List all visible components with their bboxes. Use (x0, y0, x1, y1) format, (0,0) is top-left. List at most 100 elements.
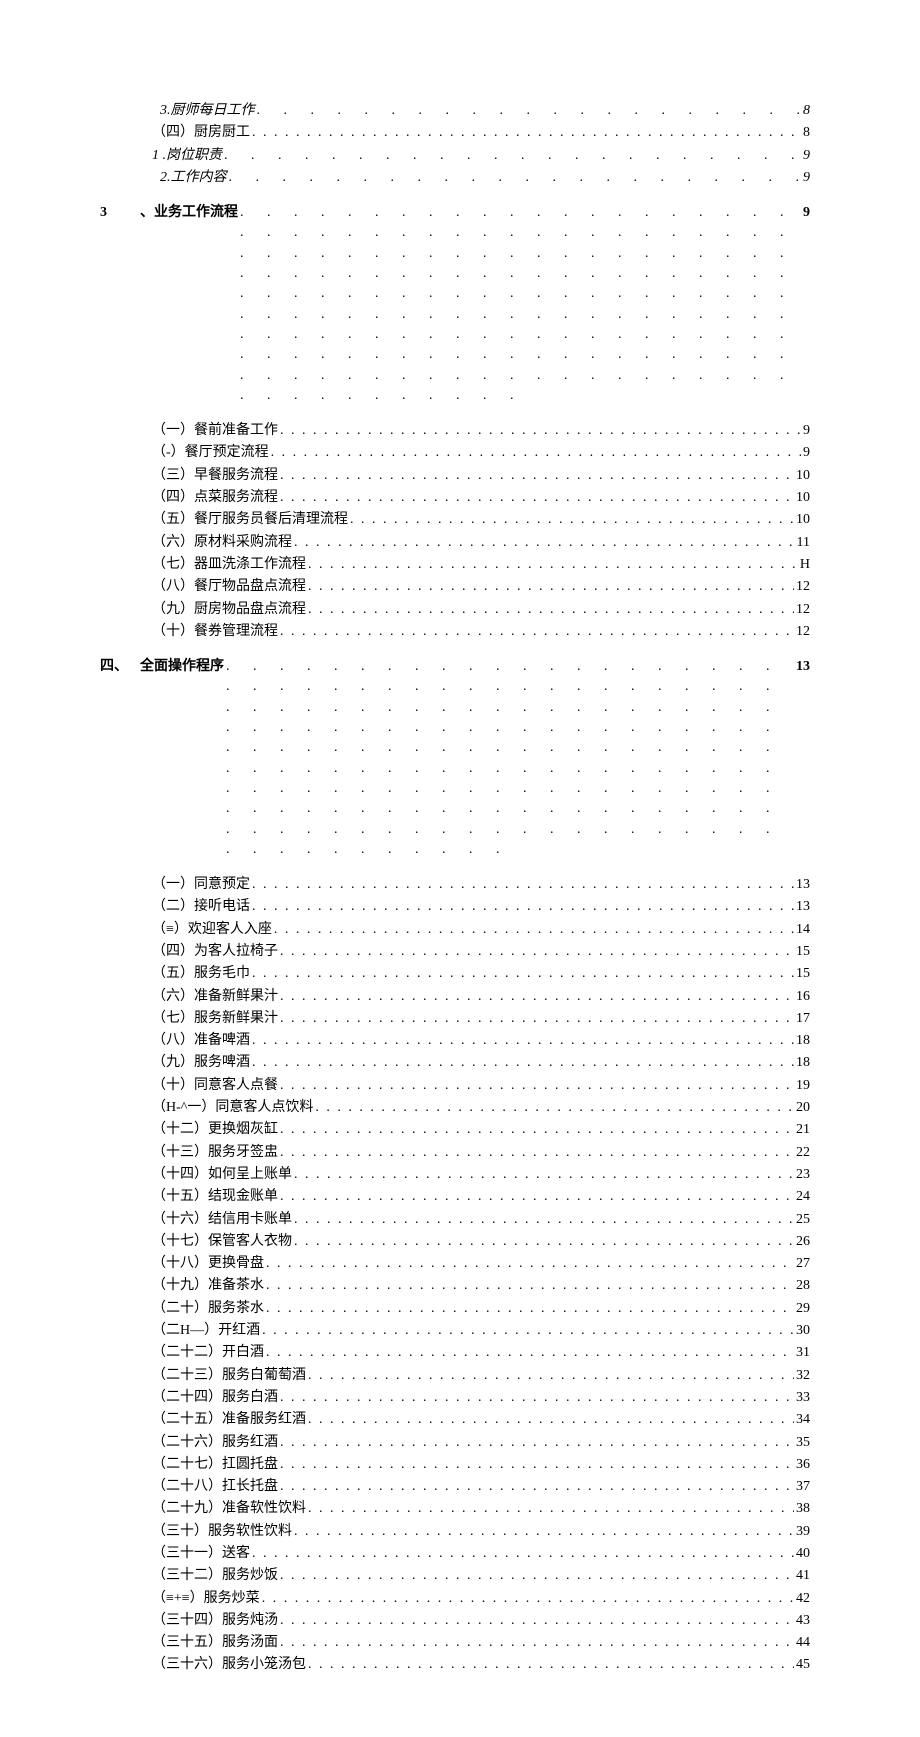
toc-leader-dots: . . . . . . . . . . . . . . . . . . . . … (308, 1410, 794, 1430)
toc-label: （二H—）开红酒 (152, 1321, 260, 1341)
toc-leader-dots: . . . . . . . . . . . . . . . . . . . . … (252, 123, 801, 143)
toc-label: （五）服务毛巾 (152, 964, 250, 984)
toc-entry: （四）点菜服务流程. . . . . . . . . . . . . . . .… (100, 487, 810, 509)
toc-label: （十）同意客人点餐 (152, 1076, 278, 1096)
toc-label: （≡+≡）服务炒菜 (152, 1589, 260, 1609)
toc-page-number: 41 (796, 1566, 810, 1586)
toc-label: （四）为客人拉椅子 (152, 942, 278, 962)
toc-entry: （一）同意预定. . . . . . . . . . . . . . . . .… (100, 874, 810, 896)
toc-entry: （≡+≡）服务炒菜. . . . . . . . . . . . . . . .… (100, 1588, 810, 1610)
toc-page-number: 9 (803, 146, 810, 166)
toc-leader-dots: . . . . . . . . . . . . . . . . . . . . … (252, 897, 794, 917)
toc-label: （二十六）服务红酒 (152, 1433, 278, 1453)
toc-leader-dots: . . . . . . . . . . . . . . . . . . . . … (252, 964, 794, 984)
toc-leader-dots: . . . . . . . . . . . . . . . . . . . . … (280, 1076, 794, 1096)
toc-leader-dots: . . . . . . . . . . . . . . . . . . . . … (280, 1455, 794, 1475)
toc-page-number: 29 (796, 1299, 810, 1319)
toc-page-number: 9 (803, 443, 810, 463)
toc-entry: （十五）结现金账单. . . . . . . . . . . . . . . .… (100, 1186, 810, 1208)
toc-entry: （七）器皿洗涤工作流程. . . . . . . . . . . . . . .… (100, 554, 810, 576)
toc-leader-dots: . . . . . . . . . . . . . . . . . . . . … (280, 1477, 794, 1497)
toc-leader-dots: . . . . . . . . . . . . . . . . . . . . … (280, 942, 794, 962)
toc-page-number: 19 (796, 1076, 810, 1096)
toc-label: （-）餐厅预定流程 (152, 443, 269, 463)
toc-entry: （二H—）开红酒. . . . . . . . . . . . . . . . … (100, 1320, 810, 1342)
toc-entry: （三十六）服务小笼汤包. . . . . . . . . . . . . . .… (100, 1654, 810, 1676)
toc-page-number: 42 (796, 1589, 810, 1609)
toc-label: （五）餐厅服务员餐后清理流程 (152, 510, 348, 530)
toc-container: 3.厨师每日工作. . . . . . . . . . . . . . . . … (100, 100, 810, 1677)
toc-page-number: 18 (796, 1053, 810, 1073)
toc-entry: 3.厨师每日工作. . . . . . . . . . . . . . . . … (100, 100, 810, 122)
toc-page-number: 12 (796, 600, 810, 620)
section-label: 全面操作程序 (140, 657, 224, 677)
toc-entry: （二十八）扛长托盘. . . . . . . . . . . . . . . .… (100, 1476, 810, 1498)
toc-page-number: 40 (796, 1544, 810, 1564)
toc-entry: （十）同意客人点餐. . . . . . . . . . . . . . . .… (100, 1075, 810, 1097)
toc-label: （二十五）准备服务红酒 (152, 1410, 306, 1430)
toc-label: （三十六）服务小笼汤包 (152, 1655, 306, 1675)
toc-entry: （十）餐券管理流程. . . . . . . . . . . . . . . .… (100, 621, 810, 643)
toc-label: （四）点菜服务流程 (152, 488, 278, 508)
toc-page-number: 11 (797, 533, 810, 553)
toc-entry: 1 .岗位职责. . . . . . . . . . . . . . . . .… (100, 145, 810, 167)
toc-label: （十）餐券管理流程 (152, 622, 278, 642)
toc-page-number: 35 (796, 1433, 810, 1453)
toc-label: （二十三）服务白葡萄酒 (152, 1366, 306, 1386)
toc-page-number: 24 (796, 1187, 810, 1207)
toc-page-number: 12 (796, 622, 810, 642)
toc-leader-dots: . . . . . . . . . . . . . . . . . . . . … (280, 466, 794, 486)
toc-leader-dots: . . . . . . . . . . . . . . . . . . . . … (280, 987, 794, 1007)
toc-leader-dots: . . . . . . . . . . . . . . . . . . . . … (294, 533, 795, 553)
toc-page-number: 23 (796, 1165, 810, 1185)
toc-label: （三十二）服务炒饭 (152, 1566, 278, 1586)
toc-entry: （四）厨房厨工. . . . . . . . . . . . . . . . .… (100, 122, 810, 144)
toc-page-number: H (800, 555, 810, 575)
toc-leader-dots: . . . . . . . . . . . . . . . . . . . . … (308, 600, 794, 620)
toc-leader-dots: . . . . . . . . . . . . . . . . . . . . … (266, 1254, 794, 1274)
toc-label: （二十四）服务白酒 (152, 1388, 278, 1408)
toc-label: 1 .岗位职责 (152, 146, 222, 166)
toc-leader-dots: . . . . . . . . . . . . . . . . . . . . … (308, 1499, 794, 1519)
toc-label: （二十二）开白酒 (152, 1343, 264, 1363)
toc-leader-dots: . . . . . . . . . . . . . . . . . . . . … (226, 657, 794, 860)
toc-page-number: 12 (796, 577, 810, 597)
toc-page-number: 13 (796, 897, 810, 917)
toc-label: （二十九）准备软性饮料 (152, 1499, 306, 1519)
toc-label: （三十）服务软性饮料 (152, 1522, 292, 1542)
toc-page-number: 8 (803, 101, 810, 121)
toc-page-number: 9 (803, 421, 810, 441)
toc-leader-dots: . . . . . . . . . . . . . . . . . . . . … (280, 1187, 794, 1207)
toc-leader-dots: . . . . . . . . . . . . . . . . . . . . … (280, 421, 801, 441)
toc-page-number: 9 (803, 203, 810, 223)
toc-leader-dots: . . . . . . . . . . . . . . . . . . . . … (274, 920, 794, 940)
toc-label: （三十一）送客 (152, 1544, 250, 1564)
toc-page-number: 10 (796, 488, 810, 508)
toc-entry: （十二）更换烟灰缸. . . . . . . . . . . . . . . .… (100, 1119, 810, 1141)
toc-label: （九）厨房物品盘点流程 (152, 600, 306, 620)
toc-page-number: 9 (803, 168, 810, 188)
toc-entry: （十九）准备茶水. . . . . . . . . . . . . . . . … (100, 1275, 810, 1297)
toc-page-number: 43 (796, 1611, 810, 1631)
toc-page-number: 15 (796, 942, 810, 962)
toc-entry: （二十九）准备软性饮料. . . . . . . . . . . . . . .… (100, 1498, 810, 1520)
toc-label: （八）餐厅物品盘点流程 (152, 577, 306, 597)
section-number: 3 (100, 203, 140, 223)
toc-page-number: 33 (796, 1388, 810, 1408)
toc-page-number: 31 (796, 1343, 810, 1363)
toc-leader-dots: . . . . . . . . . . . . . . . . . . . . … (294, 1522, 794, 1542)
toc-leader-dots: . . . . . . . . . . . . . . . . . . . . … (308, 577, 794, 597)
toc-entry: （二十三）服务白葡萄酒. . . . . . . . . . . . . . .… (100, 1365, 810, 1387)
toc-label: （≡）欢迎客人入座 (152, 920, 272, 940)
toc-entry: （二十六）服务红酒. . . . . . . . . . . . . . . .… (100, 1432, 810, 1454)
toc-entry: （六）原材料采购流程. . . . . . . . . . . . . . . … (100, 532, 810, 554)
toc-entry: （四）为客人拉椅子. . . . . . . . . . . . . . . .… (100, 941, 810, 963)
toc-leader-dots: . . . . . . . . . . . . . . . . . . . . … (294, 1232, 794, 1252)
toc-page-number: 21 (796, 1120, 810, 1140)
toc-leader-dots: . . . . . . . . . . . . . . . . . . . . … (280, 1120, 794, 1140)
toc-leader-dots: . . . . . . . . . . . . . . . . . . . . … (280, 1566, 794, 1586)
toc-label: （十五）结现金账单 (152, 1187, 278, 1207)
toc-label: （十四）如何呈上账单 (152, 1165, 292, 1185)
toc-entry: （二十七）扛圆托盘. . . . . . . . . . . . . . . .… (100, 1454, 810, 1476)
toc-leader-dots: . . . . . . . . . . . . . . . . . . . . … (294, 1165, 794, 1185)
